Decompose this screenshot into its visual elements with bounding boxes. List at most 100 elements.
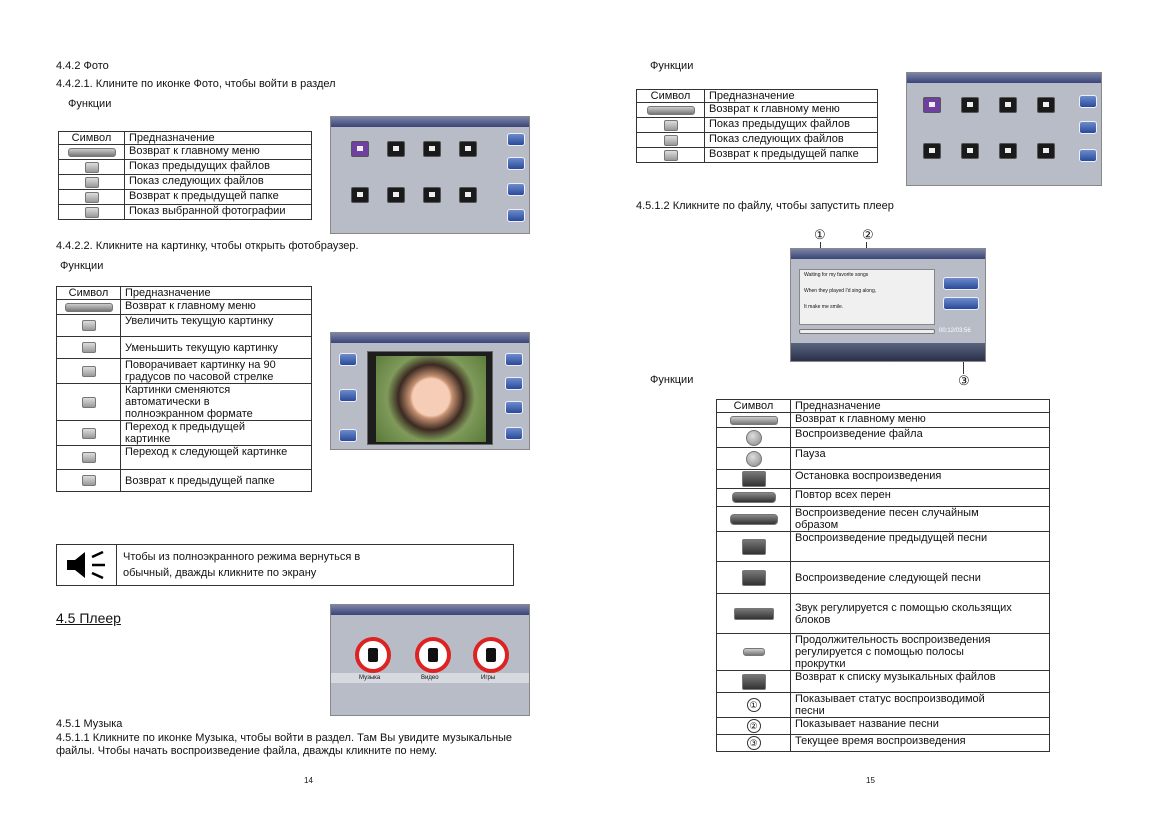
lyric-line: Waiting for my favorite songs [804,272,869,278]
photo-viewer-functions-table: Символ Предназначение Возврат к главному … [56,286,312,492]
zoom-out-button[interactable] [505,377,523,390]
header-symbol: Символ [716,399,791,413]
header-symbol: Символ [636,89,705,103]
table-cell: Возврат к главному меню [120,299,312,315]
next-files-button[interactable] [507,209,525,222]
music-label: Музыка [359,675,381,681]
shuffle-icon [729,513,778,525]
cell-line: блоков [795,613,831,626]
note-box: Чтобы из полноэкранного режима вернуться… [56,544,514,586]
number-one-icon: ① [746,698,761,712]
rotate-button[interactable] [505,401,523,414]
cell-line: Картинки сменяются [125,384,231,396]
video-label: Видео [421,675,439,681]
section-4-5-1-1-line2: файлы. Чтобы начать воспроизведение файл… [56,745,438,757]
back-icon [646,105,695,115]
prev-files-button[interactable] [1079,121,1097,134]
table-cell: Воспроизведение песен случайным образом [790,506,1050,532]
music-file-thumb[interactable] [1037,97,1055,113]
music-icon[interactable] [355,637,391,673]
table-cell: Показ следующих файлов [124,174,312,190]
cell-line: полноэкранном формате [125,408,253,420]
photo-thumb[interactable] [351,187,369,203]
slideshow-icon [81,396,96,408]
cell-line: Переход к предыдущей [125,421,245,433]
back-button[interactable] [505,427,523,440]
music-browser-screenshot [906,72,1102,186]
table-cell: Показ следующих файлов [704,132,878,148]
header-symbol: Символ [56,286,121,300]
callout-1: ① [814,227,826,242]
return-list-icon [741,673,766,690]
back-button[interactable] [1079,95,1097,108]
header-purpose: Предназначение [704,89,878,103]
shuffle-button[interactable] [943,297,979,310]
music-file-thumb[interactable] [999,143,1017,159]
games-icon[interactable] [473,637,509,673]
speaker-icon [67,550,105,580]
rotate-icon [81,365,96,377]
back-icon [729,415,778,425]
music-file-thumb[interactable] [923,143,941,159]
table-cell: Возврат к предыдущей папке [704,147,878,163]
table-cell: Поворачивает картинку на 90 градусов по ч… [120,358,312,384]
photo-thumb[interactable] [423,187,441,203]
table-cell: Текущее время воспроизведения [790,734,1050,752]
note-line-2: обычный, дважды кликните по экрану [123,567,317,579]
cell-line: образом [795,519,839,531]
up-arrow-icon [663,119,678,131]
table-cell: Воспроизведение следующей песни [790,561,1050,594]
header-purpose: Предназначение [790,399,1050,413]
back-icon [64,302,113,312]
photo-frame [367,351,493,445]
functions-label: Функции [68,98,112,110]
photo-thumb[interactable] [459,141,477,157]
photo-viewer-screenshot [330,332,530,450]
video-icon[interactable] [415,637,451,673]
folder-up-button[interactable] [339,429,357,442]
table-cell: Переход к предыдущей картинке [120,420,312,446]
table-cell: Показ предыдущих файлов [704,117,878,133]
section-4-5-1-2-text: 4.5.1.2 Кликните по файлу, чтобы запусти… [636,200,894,212]
prev-files-button[interactable] [507,157,525,170]
table-cell: Остановка воспроизведения [790,469,1050,489]
header-symbol: Символ [58,131,125,145]
table-cell: Возврат к предыдущей папке [120,469,312,492]
repeat-icon [731,492,776,504]
page-number-right: 15 [866,776,875,785]
music-file-thumb[interactable] [923,97,941,113]
cell-line: Показывает статус воспроизводимой [795,693,985,705]
photo-thumb[interactable] [351,141,369,157]
music-file-thumb[interactable] [1037,143,1055,159]
music-file-thumb[interactable] [961,143,979,159]
repeat-button[interactable] [943,277,979,290]
playback-time: 00:12/03:56 [939,328,971,334]
folder-up-button[interactable] [1079,149,1097,162]
prev-picture-button[interactable] [339,353,357,366]
lyric-line: When they played I'd sing along, [804,288,877,294]
page-number-left: 14 [304,776,313,785]
photo-thumb[interactable] [423,141,441,157]
music-player-functions-table: Символ Предназначение Возврат к главному … [716,399,1050,752]
player-menu-screenshot: Музыка Видео Игры [330,604,530,716]
functions-label-right-2: Функции [650,374,694,386]
back-icon [67,147,116,157]
number-three-icon: ③ [746,736,761,750]
back-button[interactable] [507,133,525,146]
games-label: Игры [481,675,496,681]
cell-line: Звук регулируется с помощью скользящих [795,601,1012,614]
folder-up-button[interactable] [507,183,525,196]
music-player-screenshot: Waiting for my favorite songs When they … [790,248,986,362]
music-file-thumb[interactable] [999,97,1017,113]
photo-thumb[interactable] [459,187,477,203]
cell-line: автоматически в [125,396,210,408]
table-cell: Увеличить текущую картинку [120,314,312,337]
progress-bar[interactable] [799,329,935,334]
slideshow-button[interactable] [339,389,357,402]
zoom-in-button[interactable] [505,353,523,366]
photo-thumb[interactable] [387,187,405,203]
down-arrow-icon [84,176,99,188]
music-file-thumb[interactable] [961,97,979,113]
cell-line: Продолжительность воспроизведения [795,634,991,646]
photo-thumb[interactable] [387,141,405,157]
